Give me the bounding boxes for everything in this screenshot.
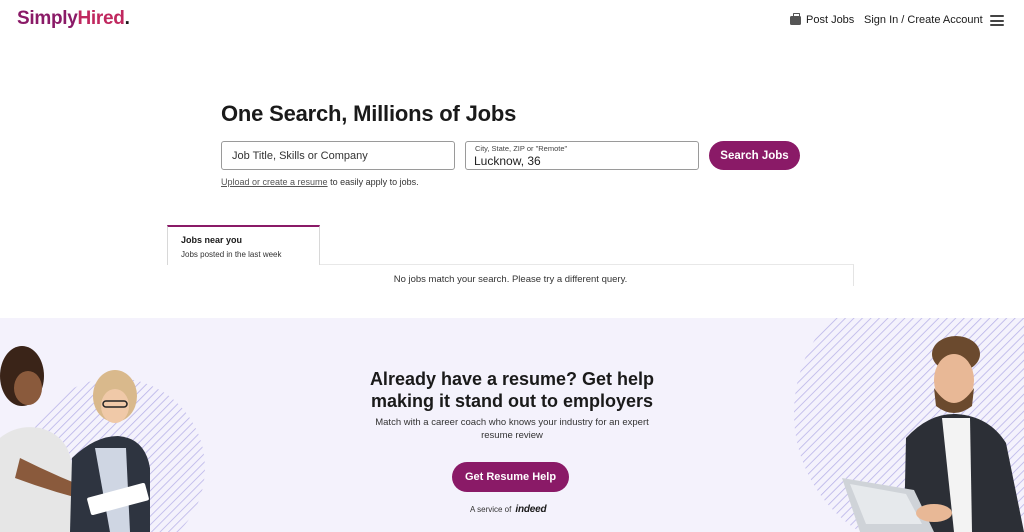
job-title-input[interactable]: Job Title, Skills or Company	[221, 141, 455, 170]
promo-subtitle: Match with a career coach who knows your…	[375, 417, 649, 441]
post-jobs-label: Post Jobs	[806, 14, 855, 26]
indeed-logo: indeed	[515, 504, 547, 515]
briefcase-icon	[790, 13, 801, 25]
get-resume-help-button[interactable]: Get Resume Help	[452, 462, 569, 492]
empty-results-message: No jobs match your search. Please try a …	[393, 274, 628, 285]
upload-resume-suffix: to easily apply to jobs.	[327, 177, 419, 187]
simplyhired-logo[interactable]: SimplyHired.	[17, 8, 130, 30]
tab-jobs-near-you[interactable]: Jobs near you Jobs posted in the last we…	[167, 225, 320, 265]
location-label: City, State, ZIP or "Remote"	[475, 144, 568, 153]
job-results-panel: No jobs match your search. Please try a …	[167, 264, 854, 286]
resume-help-banner: Already have a resume? Get help making i…	[0, 318, 1024, 532]
upload-resume-line: Upload or create a resume to easily appl…	[221, 177, 419, 187]
hamburger-menu-icon[interactable]	[990, 15, 1004, 26]
post-jobs-link[interactable]: Post Jobs	[790, 13, 855, 26]
page-title: One Search, Millions of Jobs	[221, 101, 517, 126]
service-attribution: A service of indeed	[470, 504, 547, 515]
tab-subtitle: Jobs posted in the last week	[181, 250, 282, 259]
search-jobs-button[interactable]: Search Jobs	[709, 141, 800, 170]
promo-title: Already have a resume? Get help making i…	[369, 369, 655, 411]
sign-in-link[interactable]: Sign In / Create Account	[864, 14, 983, 26]
location-input[interactable]: City, State, ZIP or "Remote" Lucknow, 36	[465, 141, 699, 170]
top-nav: SimplyHired. Post Jobs Sign In / Create …	[0, 0, 1024, 44]
job-title-placeholder: Job Title, Skills or Company	[232, 150, 368, 162]
location-value: Lucknow, 36	[474, 154, 541, 168]
upload-resume-link[interactable]: Upload or create a resume	[221, 177, 328, 187]
women-illustration	[0, 346, 205, 532]
man-with-laptop-illustration	[794, 318, 1024, 532]
tab-title: Jobs near you	[181, 235, 243, 245]
